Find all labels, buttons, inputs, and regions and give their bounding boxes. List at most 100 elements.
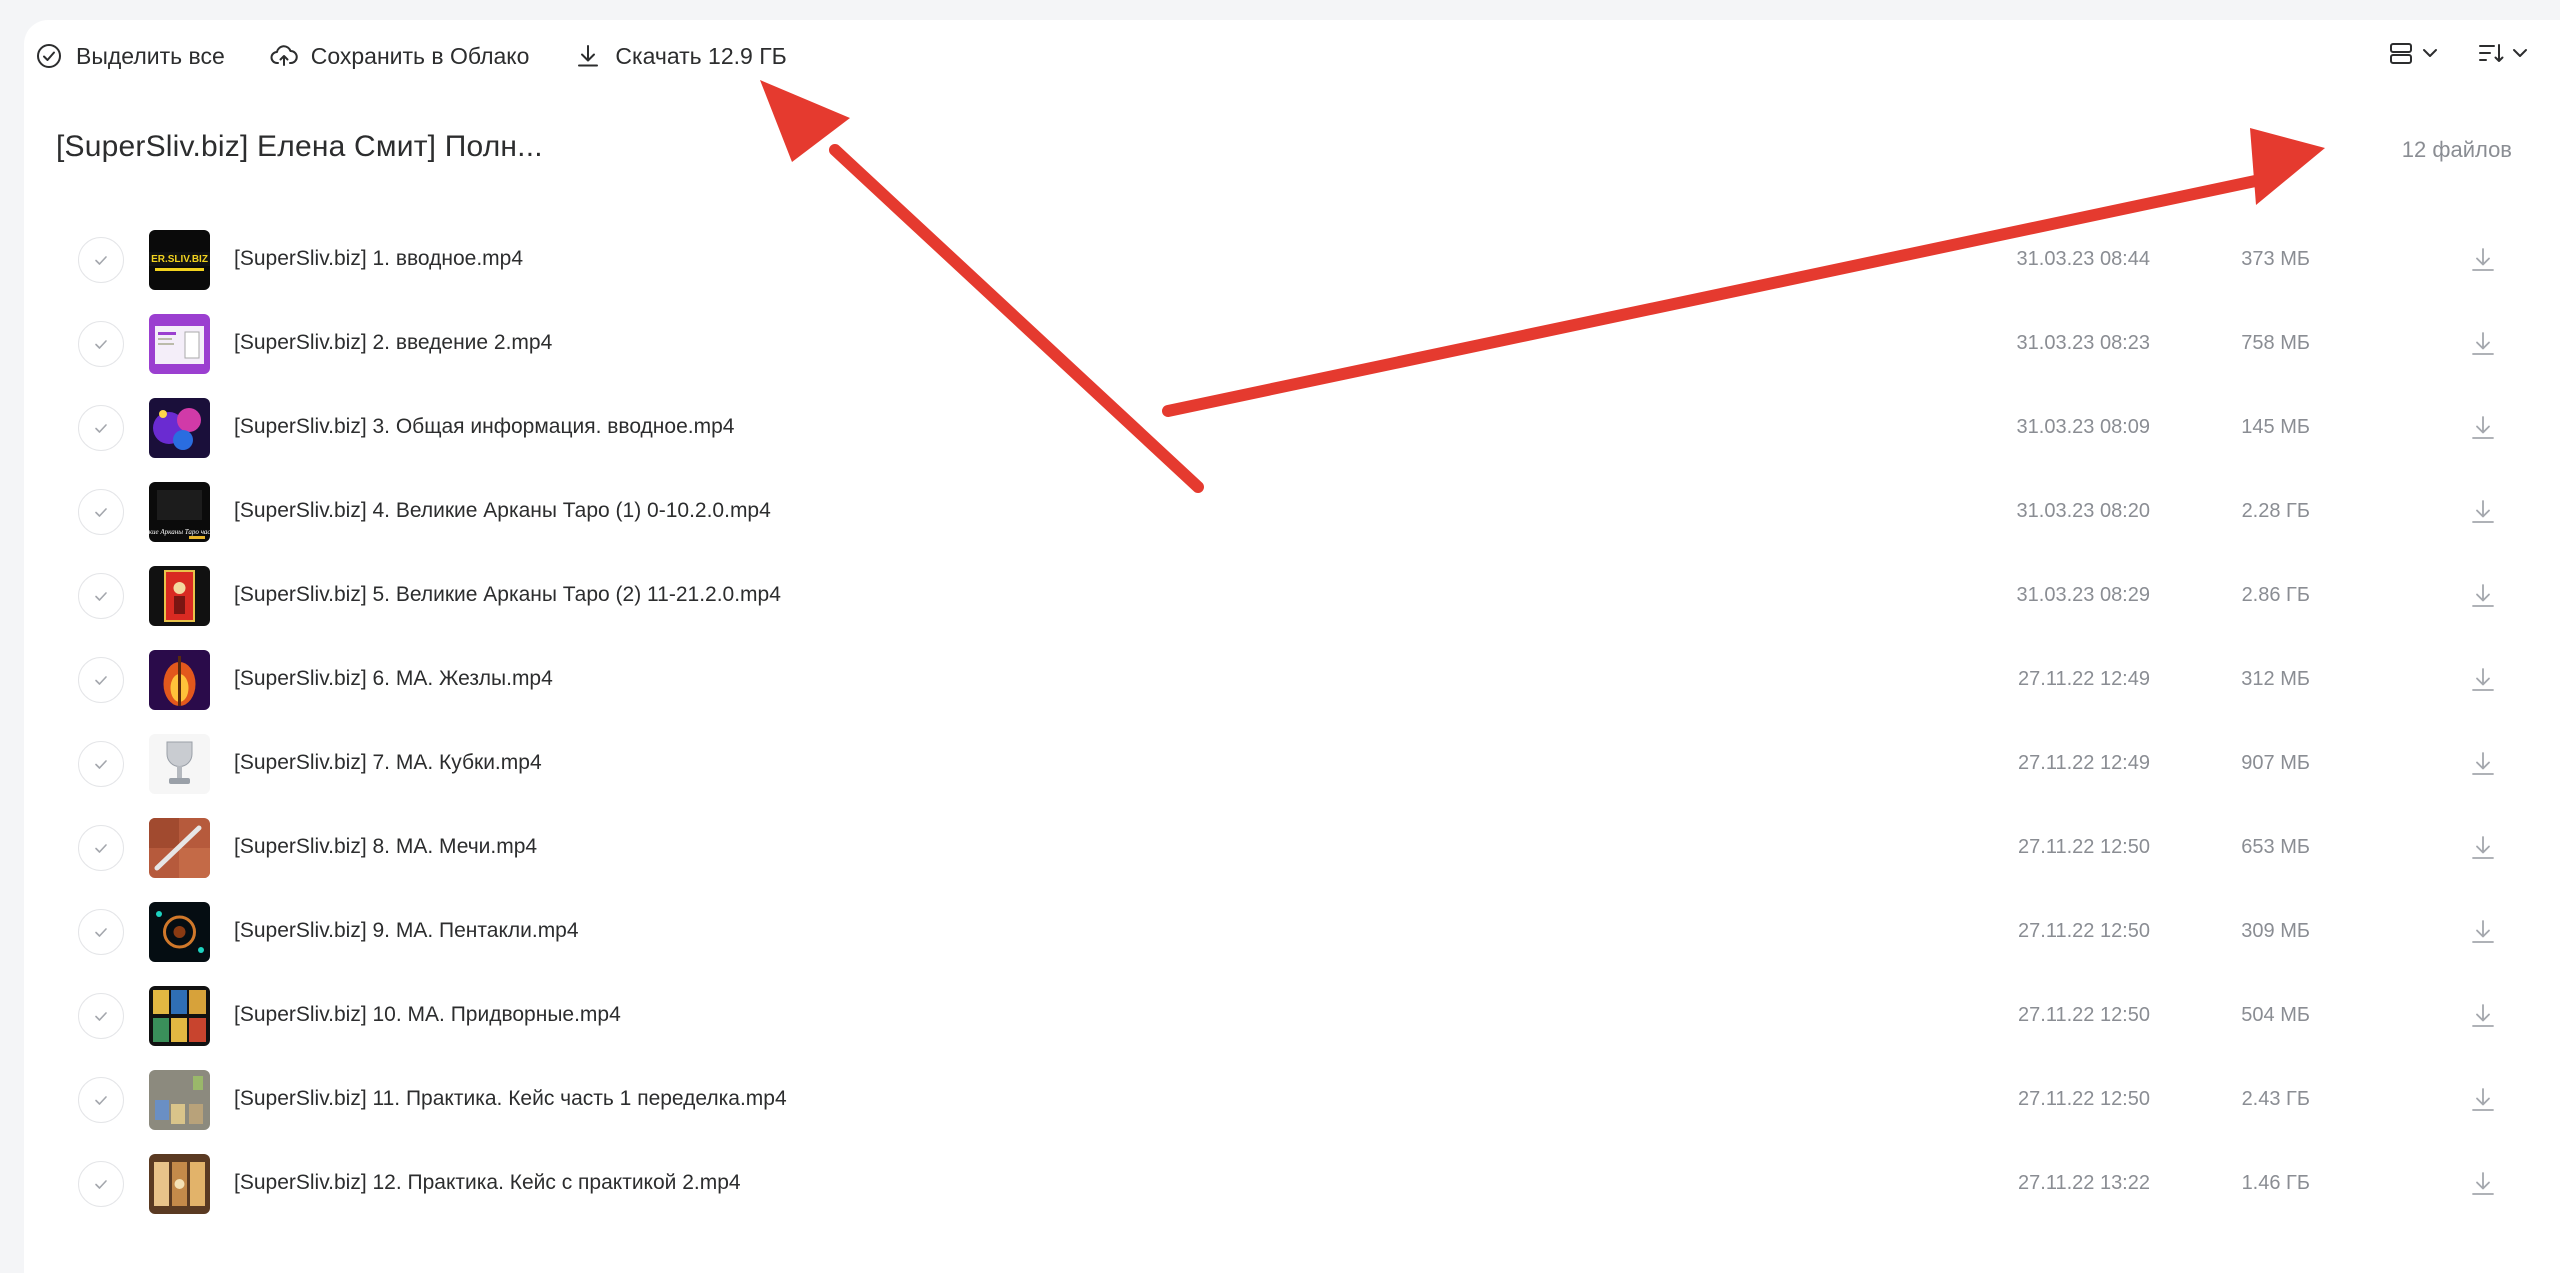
download-icon[interactable]: [2467, 244, 2499, 276]
file-name[interactable]: [SuperSliv.biz] 2. введение 2.mp4: [234, 331, 552, 355]
file-size: 907 МБ: [2241, 752, 2310, 774]
download-icon[interactable]: [2467, 832, 2499, 864]
video-thumbnail: [149, 566, 210, 626]
file-name[interactable]: [SuperSliv.biz] 7. МА. Кубки.mp4: [234, 751, 542, 775]
row-checkbox[interactable]: [78, 237, 124, 283]
check-circle-icon: [37, 44, 61, 68]
check-icon: [95, 424, 107, 433]
select-all-button[interactable]: Выделить все: [34, 36, 225, 76]
download-icon[interactable]: [2467, 1168, 2499, 1200]
file-size: 2.86 ГБ: [2241, 584, 2310, 606]
download-icon[interactable]: [2467, 412, 2499, 444]
file-row[interactable]: [SuperSliv.biz] 9. МА. Пентакли.mp4 27.1…: [0, 890, 2560, 974]
download-icon[interactable]: [2467, 1084, 2499, 1116]
file-date: 27.11.22 12:50: [2018, 1088, 2150, 1110]
file-name[interactable]: [SuperSliv.biz] 3. Общая информация. вво…: [234, 415, 734, 439]
video-thumbnail: [149, 986, 210, 1046]
download-icon[interactable]: [2467, 664, 2499, 696]
row-checkbox[interactable]: [78, 825, 124, 871]
download-icon[interactable]: [2467, 748, 2499, 780]
chevron-down-icon: [2423, 49, 2437, 57]
check-icon: [95, 844, 107, 853]
file-name[interactable]: [SuperSliv.biz] 8. МА. Мечи.mp4: [234, 835, 537, 859]
row-checkbox[interactable]: [78, 321, 124, 367]
file-date: 31.03.23 08:44: [2016, 248, 2150, 270]
file-row[interactable]: [SuperSliv.biz] 2. введение 2.mp4 31.03.…: [0, 302, 2560, 386]
view-mode-dropdown[interactable]: [2386, 38, 2440, 68]
file-name[interactable]: [SuperSliv.biz] 5. Великие Арканы Таро (…: [234, 583, 781, 607]
file-date: 27.11.22 12:50: [2018, 1004, 2150, 1026]
file-name[interactable]: [SuperSliv.biz] 6. МА. Жезлы.mp4: [234, 667, 553, 691]
file-date: 31.03.23 08:20: [2016, 500, 2150, 522]
video-thumbnail: [149, 650, 210, 710]
file-date: 27.11.22 13:22: [2018, 1172, 2150, 1194]
file-name[interactable]: [SuperSliv.biz] 9. МА. Пентакли.mp4: [234, 919, 579, 943]
row-checkbox[interactable]: [78, 741, 124, 787]
check-icon: [95, 508, 107, 517]
file-row[interactable]: [SuperSliv.biz] 8. МА. Мечи.mp4 27.11.22…: [0, 806, 2560, 890]
file-row[interactable]: [SuperSliv.biz] 10. МА. Придворные.mp4 2…: [0, 974, 2560, 1058]
file-size: 2.28 ГБ: [2241, 500, 2310, 522]
row-checkbox[interactable]: [78, 489, 124, 535]
file-name[interactable]: [SuperSliv.biz] 12. Практика. Кейс с пра…: [234, 1171, 741, 1195]
check-icon: [95, 256, 107, 265]
cloud-upload-icon: [270, 45, 298, 66]
file-row[interactable]: Великие Арканы Таро часть 1 [SuperSliv.b…: [0, 470, 2560, 554]
row-checkbox[interactable]: [78, 909, 124, 955]
check-icon: [95, 676, 107, 685]
download-icon[interactable]: [2467, 916, 2499, 948]
svg-text:Великие Арканы Таро часть 1: Великие Арканы Таро часть 1: [149, 528, 210, 536]
file-name[interactable]: [SuperSliv.biz] 11. Практика. Кейс часть…: [234, 1087, 787, 1111]
file-size: 373 МБ: [2241, 248, 2310, 270]
file-date: 31.03.23 08:09: [2016, 416, 2150, 438]
view-controls: [2350, 38, 2530, 68]
video-thumbnail: ER.SLIV.BIZ: [149, 230, 210, 290]
row-checkbox[interactable]: [78, 993, 124, 1039]
download-icon[interactable]: [2467, 580, 2499, 612]
video-thumbnail: [149, 314, 210, 374]
folder-title: [SuperSliv.biz] Елена Смит] Полн...: [56, 130, 543, 163]
check-icon: [95, 340, 107, 349]
video-thumbnail: Великие Арканы Таро часть 1: [149, 482, 210, 542]
file-date: 27.11.22 12:50: [2018, 920, 2150, 942]
file-row[interactable]: [SuperSliv.biz] 3. Общая информация. вво…: [0, 386, 2560, 470]
file-row[interactable]: [SuperSliv.biz] 11. Практика. Кейс часть…: [0, 1058, 2560, 1142]
file-row[interactable]: [SuperSliv.biz] 7. МА. Кубки.mp4 27.11.2…: [0, 722, 2560, 806]
download-icon[interactable]: [2467, 328, 2499, 360]
file-name[interactable]: [SuperSliv.biz] 10. МА. Придворные.mp4: [234, 1003, 621, 1027]
file-name[interactable]: [SuperSliv.biz] 1. вводное.mp4: [234, 247, 523, 271]
video-thumbnail: [149, 734, 210, 794]
download-icon[interactable]: [2467, 1000, 2499, 1032]
file-size: 1.46 ГБ: [2241, 1172, 2310, 1194]
row-checkbox[interactable]: [78, 1161, 124, 1207]
row-checkbox[interactable]: [78, 573, 124, 619]
list-view-icon: [2390, 43, 2412, 64]
video-thumbnail: [149, 1154, 210, 1214]
file-size: 758 МБ: [2241, 332, 2310, 354]
download-icon[interactable]: [2467, 496, 2499, 528]
file-size: 312 МБ: [2241, 668, 2310, 690]
file-size: 2.43 ГБ: [2241, 1088, 2310, 1110]
file-size: 309 МБ: [2241, 920, 2310, 942]
check-icon: [95, 592, 107, 601]
sort-dropdown[interactable]: [2476, 38, 2530, 68]
file-row[interactable]: ER.SLIV.BIZ [SuperSliv.biz] 1. вводное.m…: [0, 218, 2560, 302]
check-icon: [95, 1180, 107, 1189]
row-checkbox[interactable]: [78, 1077, 124, 1123]
row-checkbox[interactable]: [78, 405, 124, 451]
file-count: 12 файлов: [2401, 137, 2512, 162]
save-to-cloud-button[interactable]: Сохранить в Облако: [269, 36, 530, 76]
video-thumbnail: [149, 902, 210, 962]
download-icon: [578, 45, 599, 67]
save-to-cloud-label: Сохранить в Облако: [310, 42, 530, 69]
row-checkbox[interactable]: [78, 657, 124, 703]
file-row[interactable]: [SuperSliv.biz] 5. Великие Арканы Таро (…: [0, 554, 2560, 638]
file-name[interactable]: [SuperSliv.biz] 4. Великие Арканы Таро (…: [234, 499, 771, 523]
file-row[interactable]: [SuperSliv.biz] 6. МА. Жезлы.mp4 27.11.2…: [0, 638, 2560, 722]
check-icon: [95, 1012, 107, 1021]
check-icon: [95, 760, 107, 769]
download-all-button[interactable]: Скачать 12.9 ГБ: [573, 36, 787, 76]
chevron-down-icon: [2513, 49, 2527, 57]
file-row[interactable]: [SuperSliv.biz] 12. Практика. Кейс с пра…: [0, 1142, 2560, 1226]
file-date: 31.03.23 08:23: [2016, 332, 2150, 354]
